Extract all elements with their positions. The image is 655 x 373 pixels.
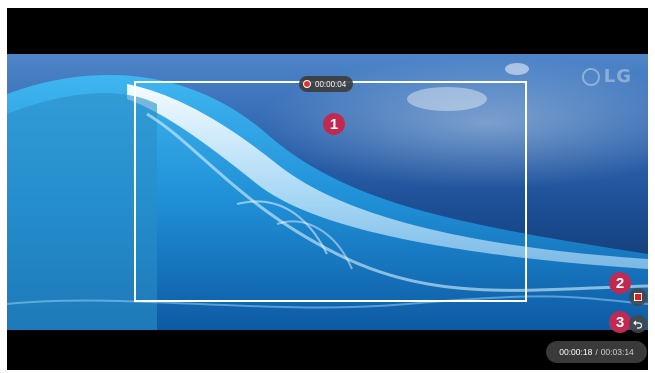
back-arrow-icon bbox=[633, 320, 643, 329]
back-button[interactable] bbox=[629, 315, 647, 333]
current-time: 00:00:18 bbox=[559, 347, 593, 357]
recording-timer: 00:00:04 bbox=[299, 76, 354, 92]
stop-icon bbox=[634, 293, 642, 301]
callout-marker-1: 1 bbox=[323, 113, 345, 135]
tv-screen: LG bbox=[7, 8, 648, 370]
total-time: 00:03:14 bbox=[600, 347, 634, 357]
lg-watermark: LG bbox=[581, 66, 632, 87]
callout-marker-3: 3 bbox=[609, 311, 631, 333]
callout-marker-2: 2 bbox=[609, 272, 631, 294]
record-dot-icon bbox=[303, 80, 311, 88]
stop-recording-button[interactable] bbox=[629, 288, 647, 306]
recording-elapsed: 00:00:04 bbox=[315, 79, 347, 89]
video-frame: LG bbox=[7, 54, 648, 330]
time-separator: / bbox=[595, 347, 598, 357]
playback-time: 00:00:18 / 00:03:14 bbox=[546, 341, 647, 363]
